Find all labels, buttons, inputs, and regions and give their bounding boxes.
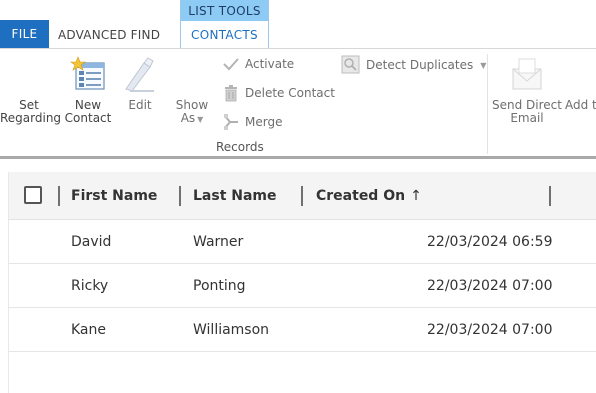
table-row[interactable]: Ricky Ponting 22/03/2024 07:00: [9, 264, 596, 308]
tab-advanced-find[interactable]: ADVANCED FIND: [58, 28, 160, 42]
context-group-label: LIST TOOLS: [181, 0, 268, 21]
column-separator[interactable]: [301, 186, 303, 206]
created-on-cell: 22/03/2024 07:00: [427, 278, 553, 294]
activate-button[interactable]: Activate: [222, 55, 294, 73]
send-direct-email-label-line2: Email: [510, 111, 544, 125]
select-all-checkbox[interactable]: [24, 186, 42, 204]
created-on-cell: 22/03/2024 07:00: [427, 322, 553, 338]
edit-button[interactable]: Edit: [118, 55, 162, 112]
column-header-last-name[interactable]: Last Name: [193, 172, 277, 220]
ribbon-tab-strip: FILE ADVANCED FIND LIST TOOLS CONTACTS: [0, 0, 596, 48]
delete-contact-button[interactable]: Delete Contact: [222, 84, 335, 102]
show-as-label-text: As: [180, 111, 196, 125]
column-header-first-name[interactable]: First Name: [71, 172, 157, 220]
tab-file[interactable]: FILE: [0, 20, 49, 48]
ribbon-bottom-border: [0, 156, 596, 159]
first-name-cell: David: [71, 234, 112, 250]
delete-contact-label: Delete Contact: [245, 86, 335, 100]
table-row[interactable]: David Warner 22/03/2024 06:59: [9, 220, 596, 264]
grid-header: First Name Last Name Created On ↑: [9, 172, 596, 220]
add-to-label: Add t: [565, 99, 596, 112]
new-contact-label-line2: Contact: [64, 111, 112, 125]
set-regarding-label-line2: Regarding: [0, 111, 62, 125]
detect-duplicates-icon: [341, 55, 360, 74]
detect-duplicates-dropdown-icon: ▼: [480, 60, 487, 70]
trash-icon: [225, 85, 237, 102]
send-direct-email-button[interactable]: Send Direct Email: [491, 55, 563, 125]
activate-label: Activate: [245, 57, 295, 71]
show-as-dropdown-icon: ▼: [197, 115, 204, 124]
column-separator[interactable]: [179, 186, 181, 206]
column-separator[interactable]: [58, 186, 60, 206]
set-regarding-button[interactable]: Set Regarding: [0, 99, 62, 125]
show-as-label-line2: As ▼: [170, 112, 214, 126]
show-as-button[interactable]: Show As ▼: [170, 99, 214, 126]
checkmark-icon: [223, 58, 239, 71]
table-row[interactable]: Kane Williamson 22/03/2024 07:00: [9, 308, 596, 352]
column-header-created-on[interactable]: Created On ↑: [316, 172, 422, 220]
created-on-cell: 22/03/2024 06:59: [427, 234, 553, 250]
column-separator[interactable]: [549, 186, 551, 206]
merge-label: Merge: [245, 115, 283, 129]
last-name-cell: Williamson: [193, 322, 270, 338]
tab-contacts[interactable]: CONTACTS: [181, 21, 268, 48]
detect-duplicates-label: Detect Duplicates: [366, 58, 474, 72]
last-name-cell: Warner: [193, 234, 244, 250]
new-contact-icon: [70, 56, 105, 90]
records-group-label: Records: [216, 140, 264, 154]
email-icon: [512, 58, 542, 90]
column-header-created-on-label: Created On: [316, 188, 406, 204]
contacts-grid: First Name Last Name Created On ↑ David …: [8, 172, 596, 393]
edit-label: Edit: [128, 98, 152, 112]
detect-duplicates-button[interactable]: Detect Duplicates ▼: [341, 55, 486, 75]
sort-ascending-icon: ↑: [410, 188, 422, 204]
first-name-cell: Ricky: [71, 278, 109, 294]
edit-icon: [125, 57, 154, 92]
add-to-button[interactable]: Add t: [565, 99, 596, 112]
merge-icon: [224, 114, 238, 130]
first-name-cell: Kane: [71, 322, 106, 338]
context-tab-group: LIST TOOLS CONTACTS: [180, 0, 269, 48]
merge-button[interactable]: Merge: [222, 113, 282, 131]
ribbon-group-separator: [487, 54, 488, 154]
last-name-cell: Ponting: [193, 278, 246, 294]
new-contact-button[interactable]: New Contact: [62, 55, 114, 125]
